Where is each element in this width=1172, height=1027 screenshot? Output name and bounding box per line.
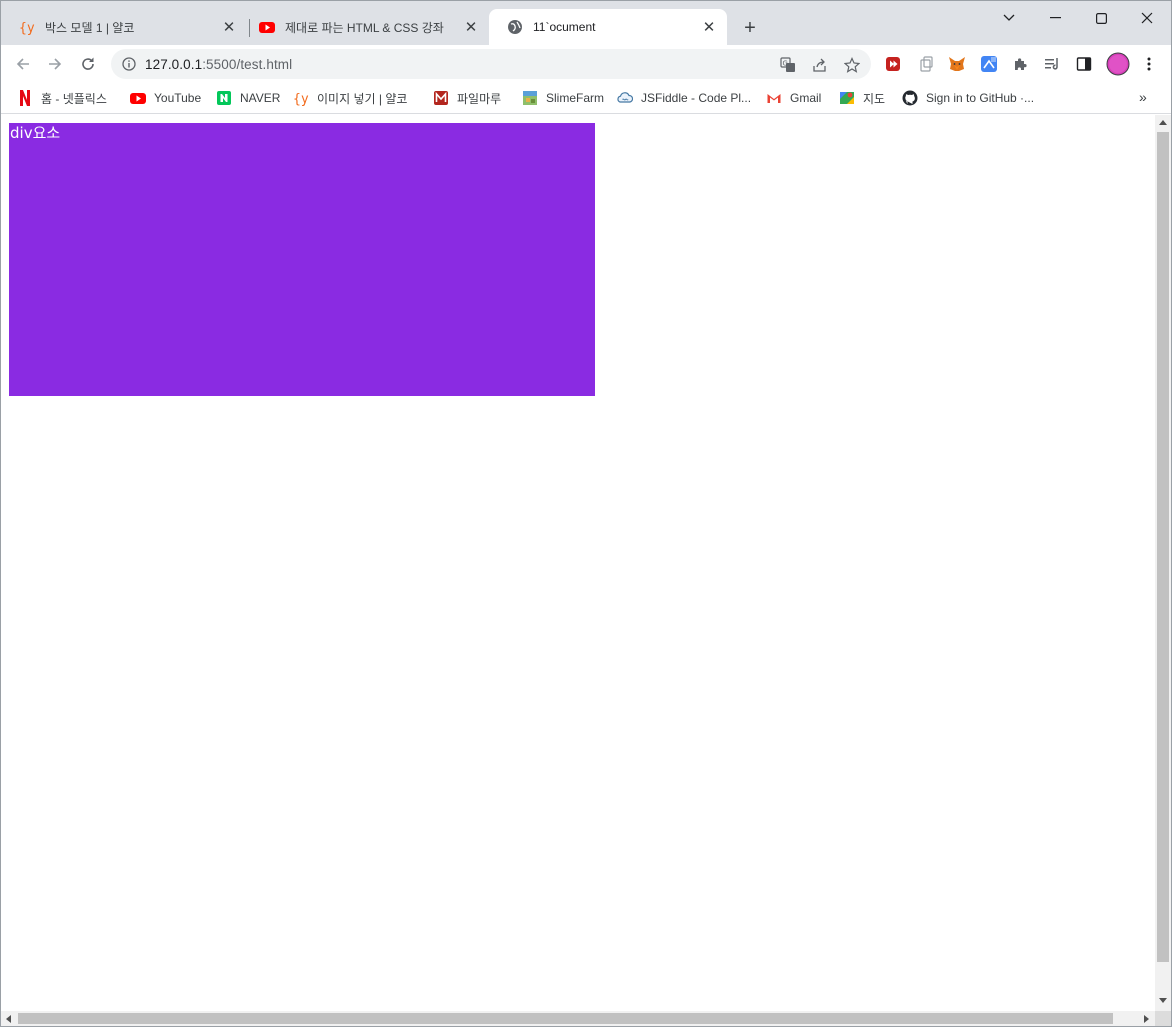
tab-title: 11`ocument [533, 20, 596, 34]
bookmark-star-icon[interactable] [843, 56, 861, 74]
bookmark-label: JSFiddle - Code Pl... [641, 91, 752, 105]
extension-copy-icon[interactable] [916, 54, 936, 74]
menu-kebab-icon[interactable] [1139, 54, 1159, 74]
gmail-icon [766, 90, 782, 106]
reading-list-icon[interactable] [1042, 54, 1062, 74]
url-text: 127.0.0.1:5500/test.html [145, 57, 292, 72]
reload-icon[interactable] [76, 52, 100, 76]
div-element-text: div요소 [10, 124, 61, 142]
new-tab-button[interactable]: + [739, 17, 761, 39]
filemaru-icon [433, 90, 449, 106]
scroll-up-arrow-icon[interactable] [1159, 120, 1167, 125]
bookmarks-bar: 홈 - 넷플릭스 YouTube NAVER {y} 이미지 넣기 | 얄코 파… [1, 83, 1171, 114]
bookmark-label: SlimeFarm [546, 91, 605, 105]
bookmark-youtube[interactable]: YouTube [130, 88, 201, 108]
browser-window: {y} 박스 모델 1 | 얄코 ✕ 제대로 파는 HTML & CSS 강좌 … [0, 0, 1172, 1027]
vertical-scroll-thumb[interactable] [1157, 132, 1169, 962]
bookmark-yalco-image[interactable]: {y} 이미지 넣기 | 얄코 [293, 88, 407, 108]
bookmark-label: YouTube [154, 91, 202, 105]
profile-avatar[interactable] [1106, 52, 1130, 76]
bookmark-jsfiddle[interactable]: JSFiddle - Code Pl... [617, 88, 751, 108]
address-bar[interactable]: 127.0.0.1:5500/test.html G [111, 49, 871, 79]
forward-icon[interactable] [43, 52, 67, 76]
url-path: :5500/test.html [202, 56, 293, 72]
div-element-box: div요소 [9, 123, 595, 396]
bookmark-netflix[interactable]: 홈 - 넷플릭스 [17, 88, 107, 108]
slimefarm-icon [522, 90, 538, 106]
svg-text:G: G [783, 60, 788, 68]
yalco-icon: {y} [293, 90, 309, 106]
side-panel-icon[interactable] [1074, 54, 1094, 74]
horizontal-scrollbar[interactable] [1, 1011, 1155, 1026]
close-window-icon[interactable] [1127, 7, 1167, 29]
bookmark-label: 이미지 넣기 | 얄코 [317, 91, 408, 106]
bookmark-gmail[interactable]: Gmail [766, 88, 821, 108]
tab-yalco-box-model[interactable]: {y} 박스 모델 1 | 얄코 ✕ [1, 9, 247, 45]
scroll-right-arrow-icon[interactable] [1144, 1015, 1149, 1023]
maximize-icon[interactable] [1081, 7, 1121, 29]
globe-icon [507, 19, 523, 35]
site-info-icon[interactable] [121, 56, 137, 72]
metamask-fox-icon[interactable] [947, 54, 967, 74]
more-bookmarks-chevron-icon[interactable]: » [1139, 89, 1147, 105]
tab-strip: {y} 박스 모델 1 | 얄코 ✕ 제대로 파는 HTML & CSS 강좌 … [1, 1, 1171, 45]
bookmark-label: 파일마루 [457, 91, 502, 106]
extension-red-icon[interactable] [883, 54, 903, 74]
bookmark-github[interactable]: Sign in to GitHub ·... [902, 88, 1034, 108]
browser-toolbar: 127.0.0.1:5500/test.html G [1, 45, 1171, 83]
back-icon[interactable] [11, 52, 35, 76]
close-tab-icon[interactable]: ✕ [221, 19, 237, 36]
extensions-puzzle-icon[interactable] [1011, 54, 1031, 74]
svg-text:{y}: {y} [293, 92, 309, 106]
naver-icon [216, 90, 232, 106]
page-viewport: div요소 [1, 115, 1155, 1011]
translate-icon[interactable]: G [779, 56, 797, 74]
bookmark-label: Gmail [790, 91, 822, 105]
minimize-icon[interactable] [1035, 7, 1075, 29]
yalco-icon: {y} [19, 19, 35, 35]
horizontal-scroll-thumb[interactable] [18, 1013, 1113, 1024]
url-host: 127.0.0.1 [145, 56, 203, 72]
svg-text:{y}: {y} [19, 21, 35, 35]
close-tab-icon[interactable]: ✕ [463, 19, 479, 36]
bookmark-label: 홈 - 넷플릭스 [41, 91, 107, 106]
tab-title: 제대로 파는 HTML & CSS 강좌 [285, 20, 444, 35]
youtube-icon [259, 19, 275, 35]
youtube-icon [130, 90, 146, 106]
bookmark-filemaru[interactable]: 파일마루 [433, 88, 501, 108]
scroll-down-arrow-icon[interactable] [1159, 998, 1167, 1003]
tab-active-document[interactable]: 11`ocument ✕ [489, 9, 727, 45]
tab-title: 박스 모델 1 | 얄코 [45, 20, 135, 35]
bookmark-slimefarm[interactable]: SlimeFarm [522, 88, 604, 108]
jsfiddle-icon [617, 90, 633, 106]
share-icon[interactable] [811, 56, 829, 74]
vertical-scrollbar[interactable] [1155, 115, 1171, 1011]
scroll-left-arrow-icon[interactable] [6, 1015, 11, 1023]
bookmark-label: NAVER [240, 91, 281, 105]
scrollbar-corner [1155, 1011, 1171, 1026]
tab-youtube-course[interactable]: 제대로 파는 HTML & CSS 강좌 ✕ [241, 9, 489, 45]
bookmark-label: Sign in to GitHub ·... [926, 91, 1035, 105]
tab-search-icon[interactable] [989, 7, 1029, 29]
netflix-icon [17, 90, 33, 106]
extension-blue-icon[interactable] [979, 54, 999, 74]
maps-icon [839, 90, 855, 106]
github-icon [902, 90, 918, 106]
bookmark-label: 지도 [863, 91, 886, 106]
close-tab-icon[interactable]: ✕ [701, 19, 717, 36]
bookmark-maps[interactable]: 지도 [839, 88, 885, 108]
bookmark-naver[interactable]: NAVER [216, 88, 280, 108]
